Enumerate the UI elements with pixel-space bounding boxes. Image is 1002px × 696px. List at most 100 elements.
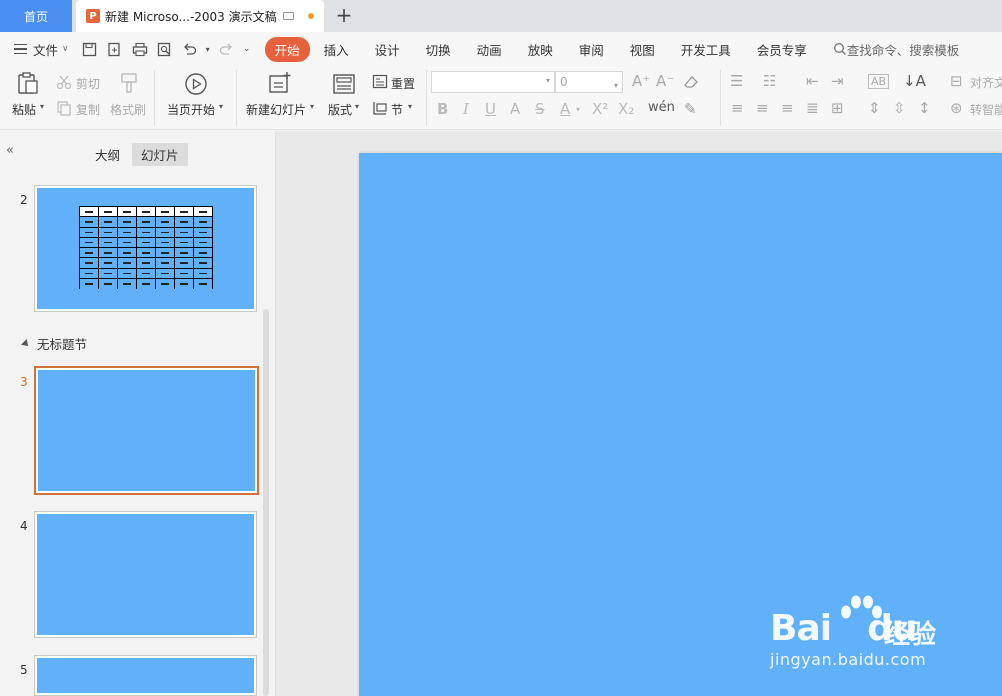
justify-icon[interactable]: ≣ (806, 99, 819, 117)
superscript-icon[interactable]: X² (592, 100, 608, 118)
paste-button[interactable]: 粘贴 (12, 101, 36, 118)
subscript-icon[interactable]: X₂ (618, 100, 634, 118)
text-shadow-icon[interactable]: A (510, 100, 520, 118)
clear-format-icon[interactable] (682, 74, 700, 90)
export-pdf-icon[interactable] (104, 38, 126, 60)
reset-icon[interactable] (372, 74, 388, 90)
tab-insert[interactable]: 插入 (312, 37, 361, 62)
format-painter-icon[interactable] (117, 71, 141, 95)
panel-scrollbar[interactable] (263, 309, 269, 696)
new-slide-button[interactable]: 新建幻灯片 (246, 101, 306, 118)
undo-icon[interactable] (179, 38, 201, 60)
distribute-icon[interactable]: ⊞ (831, 99, 844, 117)
slide-thumbnail[interactable] (34, 185, 257, 312)
layout-icon[interactable] (332, 72, 356, 96)
file-menu[interactable]: 文件 ∨ (14, 40, 69, 59)
tab-slideshow[interactable]: 放映 (516, 37, 565, 62)
play-icon[interactable] (184, 72, 208, 96)
align-text-icon[interactable]: ⊟ (950, 72, 963, 90)
align-left-icon[interactable]: ≡ (731, 99, 744, 117)
tab-review[interactable]: 审阅 (567, 37, 616, 62)
cut-button[interactable]: 剪切 (76, 75, 100, 92)
save-icon[interactable] (79, 38, 101, 60)
tab-animation[interactable]: 动画 (465, 37, 514, 62)
collapse-panel-icon[interactable]: « (6, 143, 14, 158)
slide-thumbnail-selected[interactable] (34, 366, 259, 495)
section-icon[interactable] (372, 100, 388, 116)
play-dropdown-icon[interactable]: ▾ (219, 102, 223, 111)
format-painter-button[interactable]: 格式刷 (110, 101, 146, 118)
font-color-dropdown-icon[interactable]: ▾ (576, 105, 580, 114)
spacing-options-icon[interactable]: ↕ (918, 99, 931, 117)
slide-thumbnail[interactable] (34, 511, 257, 638)
bullet-list-icon[interactable]: ☰ (730, 72, 743, 90)
convert-smartart-button[interactable]: 转智能 (970, 101, 1002, 118)
undo-dropdown-icon[interactable]: ▾ (204, 38, 212, 60)
slide-thumbnail[interactable] (34, 655, 257, 696)
unsaved-indicator-icon (307, 13, 314, 19)
italic-icon[interactable]: I (463, 100, 469, 118)
reset-button[interactable]: 重置 (391, 75, 415, 92)
copy-icon[interactable] (56, 100, 72, 116)
tab-view[interactable]: 视图 (618, 37, 667, 62)
align-text-button[interactable]: 对齐文 (970, 74, 1002, 91)
monitor-icon[interactable] (282, 12, 294, 20)
hamburger-icon (14, 44, 27, 54)
print-icon[interactable] (129, 38, 151, 60)
align-center-icon[interactable]: ≡ (756, 99, 769, 117)
quick-access-toolbar: ▾ ⌄ (79, 38, 257, 60)
highlight-icon[interactable]: ✎ (684, 100, 697, 118)
section-header[interactable]: 无标题节 (21, 334, 87, 353)
numbered-list-icon[interactable]: ☷ (763, 72, 776, 90)
tab-transition[interactable]: 切换 (414, 37, 463, 62)
sort-icon[interactable]: ↓A (903, 72, 926, 90)
increase-font-icon[interactable]: A⁺ (632, 72, 650, 90)
new-slide-icon[interactable] (268, 71, 292, 95)
baidu-paw-icon (841, 595, 882, 619)
smart-art-icon[interactable]: ⊛ (950, 99, 963, 117)
section-dropdown-icon[interactable]: ▾ (408, 102, 412, 111)
presentation-file-icon: P (86, 9, 100, 23)
print-preview-icon[interactable] (154, 38, 176, 60)
paste-icon[interactable] (16, 71, 40, 95)
font-size-select[interactable]: 0 ▾ (555, 71, 623, 93)
new-tab-button[interactable]: + (333, 3, 355, 27)
collapse-section-icon[interactable] (21, 338, 31, 349)
slide-thumbnail-content (37, 514, 254, 635)
tab-slides[interactable]: 幻灯片 (132, 143, 188, 166)
underline-icon[interactable]: U (485, 100, 496, 118)
layout-dropdown-icon[interactable]: ▾ (355, 102, 359, 111)
copy-button[interactable]: 复制 (76, 101, 100, 118)
layout-button[interactable]: 版式 (328, 101, 352, 118)
tab-home-ribbon[interactable]: 开始 (264, 36, 310, 62)
customize-toolbar-icon[interactable]: ⌄ (240, 38, 254, 60)
increase-indent-icon[interactable]: ⇥ (831, 72, 844, 90)
phonetic-guide-icon[interactable]: wén (648, 100, 675, 115)
decrease-indent-icon[interactable]: ⇤ (806, 72, 819, 90)
tab-document[interactable]: P 新建 Microso...-2003 演示文稿 (76, 0, 324, 32)
font-family-select[interactable]: ▾ (431, 71, 555, 93)
text-box-icon[interactable]: AB (868, 74, 890, 89)
tab-home[interactable]: 首页 (0, 0, 72, 32)
decrease-font-icon[interactable]: A⁻ (656, 72, 674, 90)
paste-dropdown-icon[interactable]: ▾ (40, 102, 44, 111)
paragraph-spacing-icon[interactable]: ⇳ (893, 99, 906, 117)
font-color-icon[interactable]: A (560, 100, 570, 118)
line-spacing-icon[interactable]: ⇕ (868, 99, 881, 117)
section-button[interactable]: 节 (391, 101, 403, 118)
align-right-icon[interactable]: ≡ (781, 99, 794, 117)
redo-icon[interactable] (215, 38, 237, 60)
play-from-current-button[interactable]: 当页开始 (167, 101, 215, 118)
tab-member[interactable]: 会员专享 (745, 37, 819, 62)
tab-developer[interactable]: 开发工具 (669, 37, 743, 62)
ribbon-separator (154, 70, 155, 126)
new-slide-dropdown-icon[interactable]: ▾ (310, 102, 314, 111)
bold-icon[interactable]: B (437, 100, 448, 118)
ribbon-toolbar: 粘贴 ▾ 剪切 复制 格式刷 当页开始 ▾ 新建幻灯片 ▾ 版式 ▾ 重置 节 … (0, 66, 1002, 130)
tab-outline[interactable]: 大纲 (86, 143, 129, 166)
scissors-icon[interactable] (56, 74, 72, 90)
tab-design[interactable]: 设计 (363, 37, 412, 62)
command-search[interactable]: 查找命令、搜索模板 (833, 40, 959, 59)
strikethrough-icon[interactable]: S (535, 100, 545, 118)
watermark-url: jingyan.baidu.com (770, 650, 927, 669)
